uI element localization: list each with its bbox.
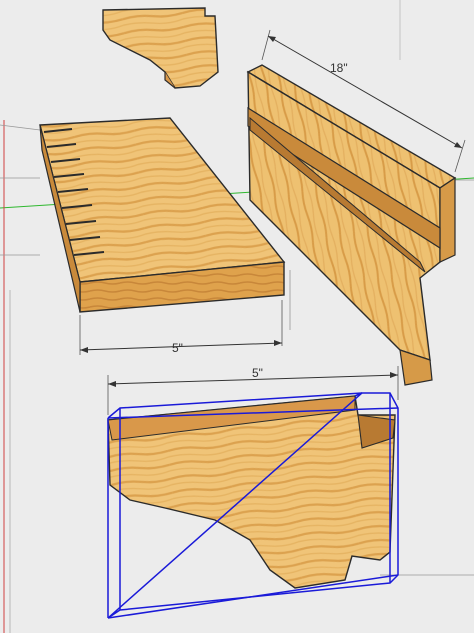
shelf-board[interactable] bbox=[39, 117, 286, 313]
sketchup-viewport[interactable]: 5" 18" 5" bbox=[0, 0, 474, 633]
selected-bracket[interactable] bbox=[107, 392, 399, 619]
shelf-depth-label: 5" bbox=[172, 341, 183, 355]
back-length-label: 18" bbox=[330, 61, 348, 75]
bracket-depth-label: 5" bbox=[252, 366, 263, 380]
back-rail[interactable] bbox=[246, 64, 457, 386]
top-bracket[interactable] bbox=[102, 7, 219, 89]
model-canvas: 5" 18" 5" bbox=[0, 0, 474, 633]
